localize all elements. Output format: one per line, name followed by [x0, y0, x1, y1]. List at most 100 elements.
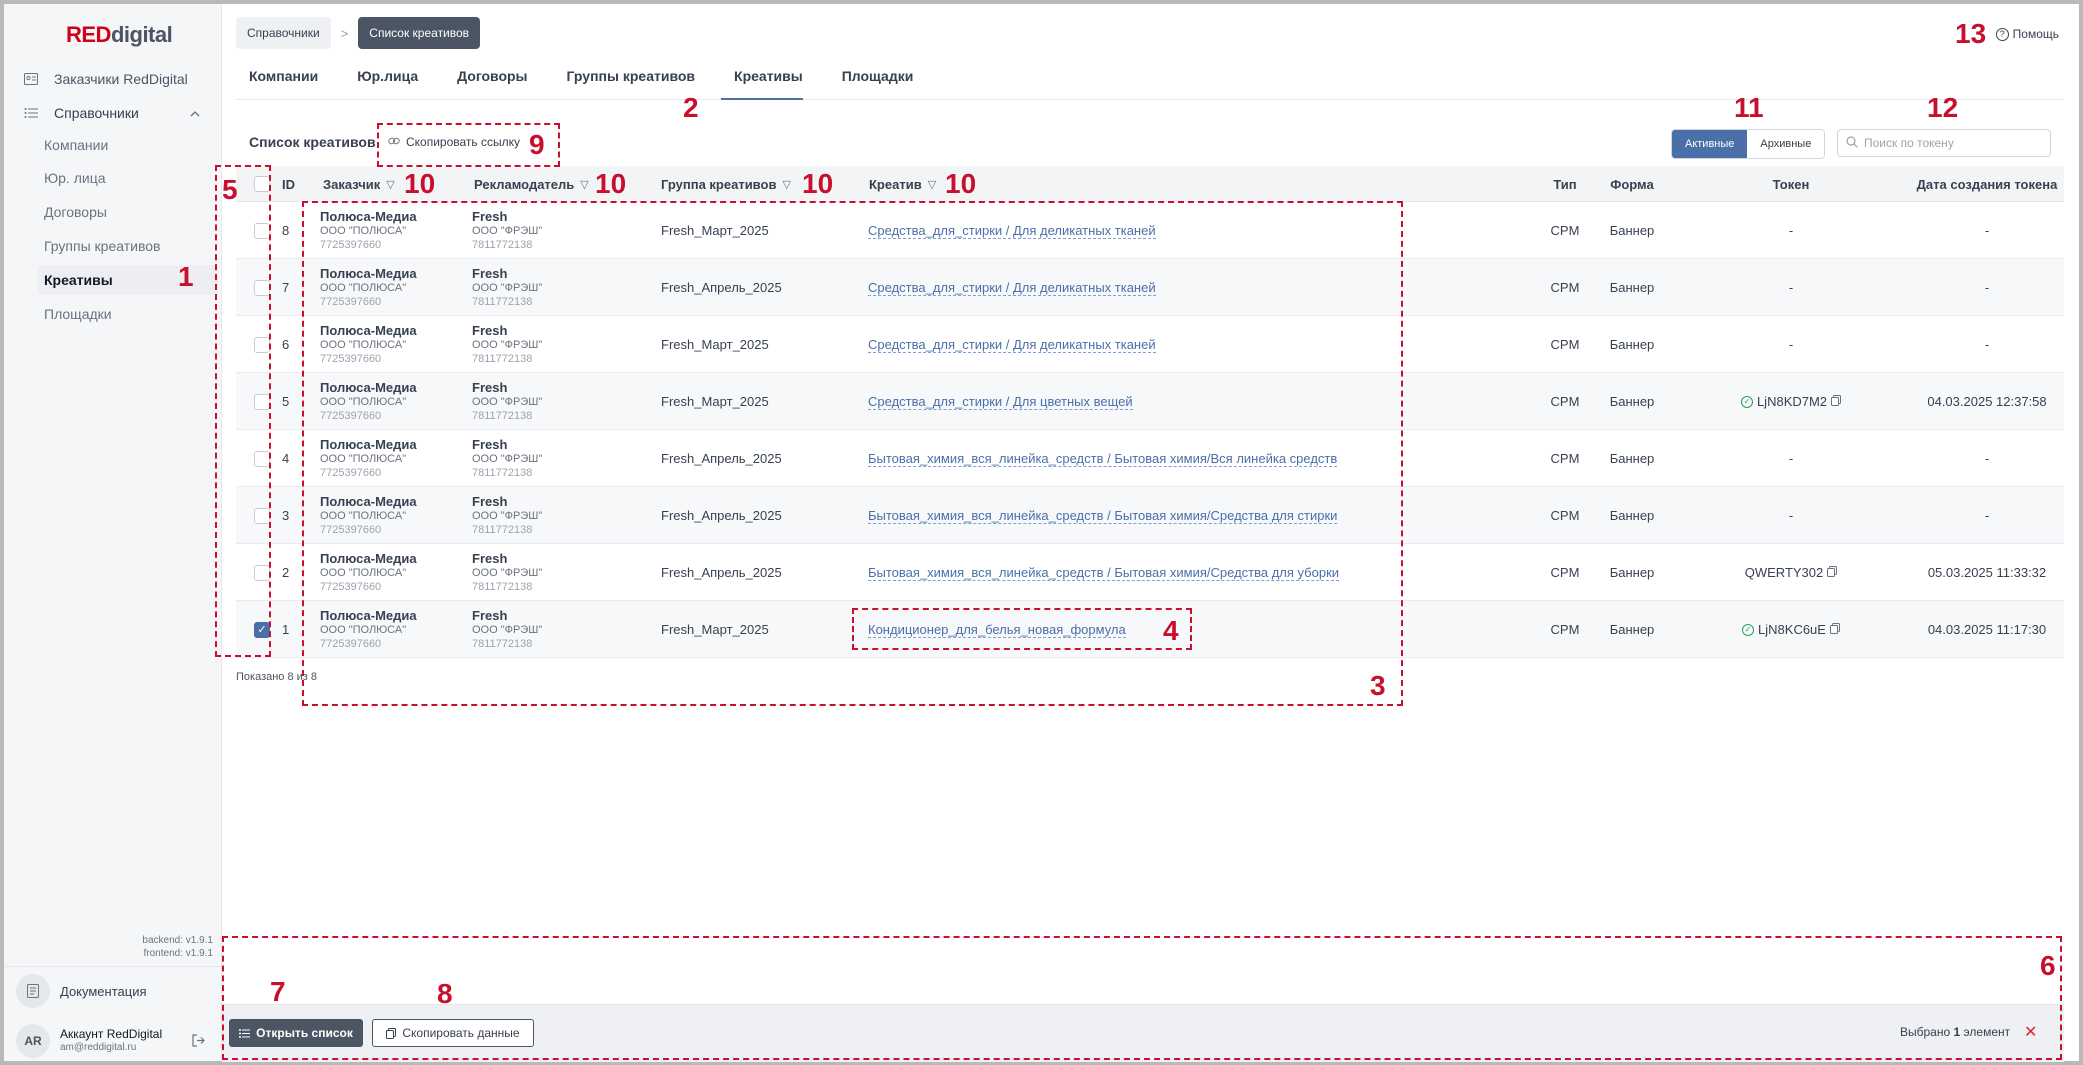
- table-row[interactable]: 5 Полюса-Медиа ООО "ПОЛЮСА" 7725397660 F…: [236, 373, 2064, 430]
- row-form: Баннер: [1609, 622, 1655, 637]
- customer-name: Полюса-Медиа: [320, 607, 417, 623]
- table-row[interactable]: 7 Полюса-Медиа ООО "ПОЛЮСА" 7725397660 F…: [236, 259, 2064, 316]
- breadcrumb-current[interactable]: Список креативов: [358, 17, 481, 49]
- row-advertiser: Fresh ООО "ФРЭШ" 7811772138: [472, 316, 542, 373]
- table-row[interactable]: 4 Полюса-Медиа ООО "ПОЛЮСА" 7725397660 F…: [236, 430, 2064, 487]
- sidebar-item-platforms[interactable]: Площадки: [38, 299, 218, 329]
- row-creative-cell: Средства_для_стирки / Для деликатных тка…: [868, 259, 1156, 316]
- row-checkbox[interactable]: [254, 450, 270, 467]
- advertiser-legal: ООО "ФРЭШ": [472, 338, 543, 351]
- copy-link-label: Скопировать ссылку: [406, 135, 521, 149]
- creative-link[interactable]: Средства_для_стирки / Для цветных вещей: [868, 394, 1133, 410]
- tab-platforms[interactable]: Площадки: [829, 62, 914, 100]
- row-form: Баннер: [1609, 451, 1655, 466]
- advertiser-legal: ООО "ФРЭШ": [472, 566, 543, 579]
- toggle-archived[interactable]: Архивные: [1747, 130, 1825, 158]
- tab-bar: Компании Юр.лица Договоры Группы креатив…: [236, 62, 2064, 100]
- copy-link-button[interactable]: Скопировать ссылку: [388, 135, 520, 149]
- divider: [4, 966, 222, 967]
- rows-count: Показано 8 из 8: [236, 671, 318, 683]
- chevron-up-icon[interactable]: [190, 105, 200, 121]
- advertiser-legal: ООО "ФРЭШ": [472, 452, 543, 465]
- search-input[interactable]: [1864, 136, 2044, 150]
- row-checkbox[interactable]: [254, 393, 270, 410]
- sidebar-section-label: Справочники: [54, 105, 139, 121]
- creative-link[interactable]: Бытовая_химия_вся_линейка_средств / Быто…: [868, 565, 1340, 581]
- sidebar-item-contracts[interactable]: Договоры: [38, 197, 218, 227]
- copy-icon[interactable]: [1827, 565, 1838, 580]
- sidebar-item-legal-entities[interactable]: Юр. лица: [38, 163, 218, 193]
- token-value: LjN8KD7M2: [1756, 394, 1828, 409]
- logout-icon[interactable]: [192, 1034, 205, 1050]
- row-checkbox[interactable]: [254, 336, 270, 353]
- creative-link[interactable]: Кондиционер_для_белья_новая_формула: [868, 622, 1126, 638]
- sidebar-item-companies[interactable]: Компании: [38, 130, 218, 160]
- col-token-date: Дата создания токена: [1916, 176, 2058, 192]
- copy-icon[interactable]: [1831, 394, 1842, 409]
- row-token: -: [1672, 316, 1910, 373]
- row-advertiser: Fresh ООО "ФРЭШ" 7811772138: [472, 601, 542, 658]
- filter-icon[interactable]: ▽: [782, 178, 790, 191]
- filter-icon[interactable]: ▽: [386, 178, 394, 191]
- row-token-date: 04.03.2025 12:37:58: [1927, 394, 2047, 409]
- row-checkbox[interactable]: [254, 507, 270, 524]
- sidebar-section-directories[interactable]: Справочники: [22, 98, 212, 128]
- copy-icon[interactable]: [1829, 622, 1840, 637]
- close-icon[interactable]: ✕: [2024, 1022, 2037, 1042]
- customer-inn: 7725397660: [320, 466, 382, 479]
- row-form: Баннер: [1609, 337, 1655, 352]
- table-row[interactable]: ✓ 1 Полюса-Медиа ООО "ПОЛЮСА" 7725397660…: [236, 601, 2064, 658]
- sidebar-item-creative-groups[interactable]: Группы креативов: [38, 231, 218, 261]
- tab-creative-groups[interactable]: Группы креативов: [554, 62, 696, 100]
- col-form: Форма: [1610, 176, 1654, 192]
- customer-inn: 7725397660: [320, 295, 382, 308]
- toggle-active[interactable]: Активные: [1672, 130, 1748, 158]
- reddigital-logo[interactable]: REDdigital: [66, 22, 173, 48]
- row-token-date: 04.03.2025 11:17:30: [1927, 622, 2047, 637]
- table-row[interactable]: 2 Полюса-Медиа ООО "ПОЛЮСА" 7725397660 F…: [236, 544, 2064, 601]
- documentation-link[interactable]: Документация: [16, 974, 147, 1008]
- row-type: CPM: [1550, 451, 1580, 466]
- row-type: CPM: [1550, 508, 1580, 523]
- tab-creatives[interactable]: Креативы: [721, 62, 803, 100]
- row-checkbox[interactable]: [254, 279, 270, 296]
- sidebar-item-customers[interactable]: Заказчики RedDigital: [22, 64, 188, 94]
- row-id: 6: [282, 337, 290, 352]
- row-checkbox[interactable]: [254, 564, 270, 581]
- creative-link[interactable]: Средства_для_стирки / Для деликатных тка…: [868, 223, 1156, 239]
- row-token-date: -: [1984, 337, 1990, 352]
- table-row[interactable]: 3 Полюса-Медиа ООО "ПОЛЮСА" 7725397660 F…: [236, 487, 2064, 544]
- account-name: Аккаунт RedDigital: [60, 1027, 163, 1041]
- filter-icon[interactable]: ▽: [928, 178, 936, 191]
- row-token: -: [1672, 430, 1910, 487]
- row-form: Баннер: [1609, 508, 1655, 523]
- customer-inn: 7725397660: [320, 580, 382, 593]
- creative-link[interactable]: Средства_для_стирки / Для деликатных тка…: [868, 337, 1156, 353]
- table-row[interactable]: 6 Полюса-Медиа ООО "ПОЛЮСА" 7725397660 F…: [236, 316, 2064, 373]
- row-token-date: -: [1984, 451, 1990, 466]
- advertiser-name: Fresh: [472, 550, 508, 566]
- col-group: Группа креативов ▽: [661, 176, 791, 192]
- creative-link[interactable]: Средства_для_стирки / Для деликатных тка…: [868, 280, 1156, 296]
- filter-icon[interactable]: ▽: [580, 178, 588, 191]
- row-customer: Полюса-Медиа ООО "ПОЛЮСА" 7725397660: [320, 544, 417, 601]
- tab-contracts[interactable]: Договоры: [444, 62, 527, 100]
- row-creative-cell: Средства_для_стирки / Для цветных вещей: [868, 373, 1133, 430]
- open-list-button[interactable]: Открыть список: [229, 1019, 363, 1047]
- select-all-checkbox[interactable]: [254, 176, 270, 192]
- tab-legal-entities[interactable]: Юр.лица: [344, 62, 418, 100]
- copy-data-button[interactable]: Скопировать данные: [372, 1019, 534, 1047]
- row-checkbox[interactable]: ✓: [254, 621, 270, 638]
- creative-link[interactable]: Бытовая_химия_вся_линейка_средств / Быто…: [868, 508, 1338, 524]
- breadcrumb-parent[interactable]: Справочники: [236, 17, 331, 49]
- row-customer: Полюса-Медиа ООО "ПОЛЮСА" 7725397660: [320, 202, 417, 259]
- creative-link[interactable]: Бытовая_химия_вся_линейка_средств / Быто…: [868, 451, 1338, 467]
- check-icon: ✓: [257, 624, 267, 636]
- row-checkbox[interactable]: [254, 222, 270, 239]
- table-row[interactable]: 8 Полюса-Медиа ООО "ПОЛЮСА" 7725397660 F…: [236, 202, 2064, 259]
- account-block[interactable]: AR Аккаунт RedDigital am@reddigital.ru: [16, 1024, 216, 1058]
- help-link[interactable]: ? Помощь: [1995, 27, 2059, 41]
- tab-companies[interactable]: Компании: [236, 62, 318, 100]
- breadcrumb-separator: >: [340, 25, 349, 41]
- sidebar-item-creatives[interactable]: Креативы: [38, 265, 218, 295]
